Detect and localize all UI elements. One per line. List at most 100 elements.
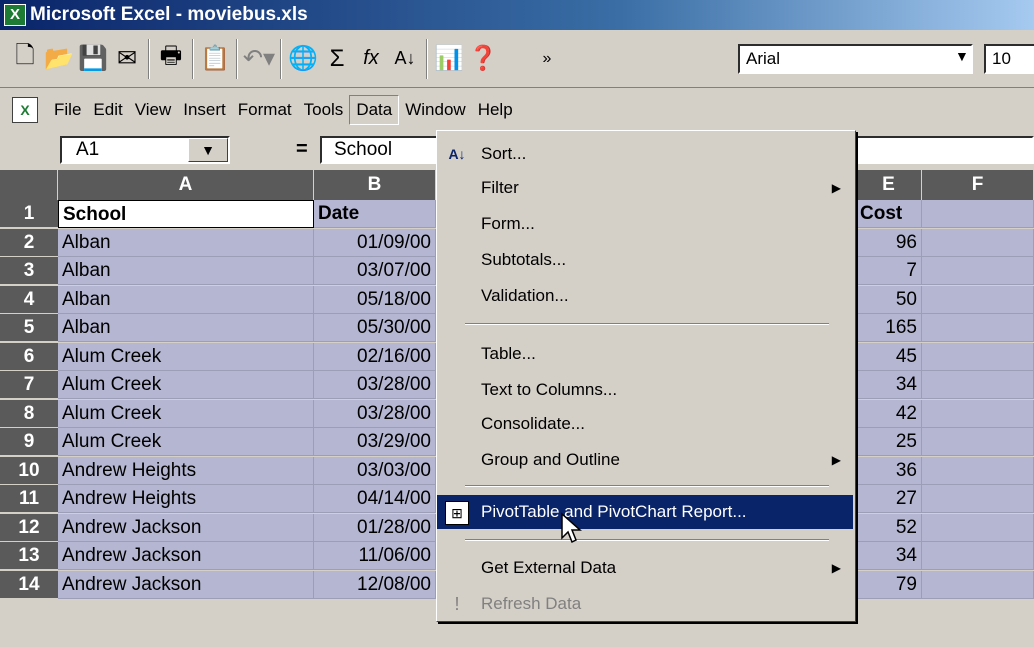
more-buttons-icon[interactable]: » [530, 40, 564, 78]
menu-window[interactable]: Window [399, 96, 471, 124]
new-icon[interactable]: 🗋 [8, 40, 42, 78]
cell-b[interactable]: 02/16/00 [314, 342, 436, 371]
cell-a[interactable]: Andrew Jackson [58, 513, 314, 542]
open-icon[interactable]: 📂 [42, 40, 76, 78]
cell-f[interactable] [922, 542, 1034, 570]
save-icon[interactable]: 💾 [76, 40, 110, 78]
cell-b[interactable]: 11/06/00 [314, 542, 436, 570]
row-header[interactable]: 14 [0, 570, 58, 599]
workbook-icon[interactable]: X [12, 97, 38, 123]
cell-e[interactable]: 165 [856, 314, 922, 342]
hyperlink-icon[interactable]: 🌐 [286, 40, 320, 78]
menu-item-table[interactable]: Table... [437, 337, 853, 371]
cell-e[interactable]: 7 [856, 257, 922, 285]
menu-data[interactable]: Data [349, 95, 400, 125]
name-box-dropdown-icon[interactable]: ▼ [188, 138, 228, 162]
select-all-corner[interactable] [0, 170, 58, 200]
menu-item-validation[interactable]: Validation... [437, 279, 853, 313]
cell-a[interactable]: Andrew Jackson [58, 570, 314, 599]
menu-item-group-and-outline[interactable]: Group and Outline ▶ [437, 443, 853, 477]
cell-f[interactable] [922, 257, 1034, 285]
cell-f[interactable] [922, 485, 1034, 513]
cell-a[interactable]: Alban [58, 314, 314, 342]
cell-b[interactable]: 03/03/00 [314, 456, 436, 485]
cell-a[interactable]: Alban [58, 228, 314, 257]
cell-e[interactable]: 45 [856, 342, 922, 371]
menu-item-text-to-columns[interactable]: Text to Columns... [437, 373, 853, 407]
menu-format[interactable]: Format [232, 96, 298, 124]
cell-f[interactable] [922, 456, 1034, 485]
font-name-box[interactable]: Arial [738, 44, 973, 74]
cell-e[interactable]: 34 [856, 542, 922, 570]
menu-item-pivottable[interactable]: ⊞ PivotTable and PivotChart Report... [437, 495, 853, 529]
row-header[interactable]: 2 [0, 228, 58, 257]
cell-a[interactable]: Andrew Heights [58, 456, 314, 485]
cell-a[interactable]: Alum Creek [58, 342, 314, 371]
cell-e[interactable]: 34 [856, 371, 922, 399]
cell-b[interactable]: 03/28/00 [314, 399, 436, 428]
menu-item-subtotals[interactable]: Subtotals... [437, 243, 853, 277]
cell-e[interactable]: 42 [856, 399, 922, 428]
cell-e[interactable]: 25 [856, 428, 922, 456]
autosum-icon[interactable]: Σ [320, 40, 354, 78]
cell-e[interactable]: 36 [856, 456, 922, 485]
undo-icon[interactable]: ↶▾ [242, 40, 276, 78]
row-header[interactable]: 8 [0, 399, 58, 428]
cell-e[interactable]: Cost [856, 200, 922, 228]
menu-insert[interactable]: Insert [177, 96, 232, 124]
row-header[interactable]: 13 [0, 542, 58, 570]
cell-f[interactable] [922, 371, 1034, 399]
row-header[interactable]: 5 [0, 314, 58, 342]
function-icon[interactable]: fx [354, 40, 388, 78]
cell-b[interactable]: 12/08/00 [314, 570, 436, 599]
cell-a[interactable]: Alum Creek [58, 399, 314, 428]
cell-e[interactable]: 96 [856, 228, 922, 257]
font-dropdown-icon[interactable]: ▼ [955, 48, 969, 64]
cell-f[interactable] [922, 342, 1034, 371]
print-icon[interactable]: 🖶 [154, 40, 188, 78]
cell-b[interactable]: 01/09/00 [314, 228, 436, 257]
cell-a[interactable]: School [58, 200, 314, 228]
row-header[interactable]: 4 [0, 285, 58, 314]
cell-e[interactable]: 27 [856, 485, 922, 513]
sort-ascending-icon[interactable]: A↓ [388, 40, 422, 78]
cell-a[interactable]: Alban [58, 257, 314, 285]
row-header[interactable]: 12 [0, 513, 58, 542]
cell-e[interactable]: 79 [856, 570, 922, 599]
cell-f[interactable] [922, 570, 1034, 599]
cell-f[interactable] [922, 228, 1034, 257]
menu-view[interactable]: View [129, 96, 178, 124]
row-header[interactable]: 10 [0, 456, 58, 485]
menu-item-consolidate[interactable]: Consolidate... [437, 407, 853, 441]
cell-f[interactable] [922, 399, 1034, 428]
menu-edit[interactable]: Edit [87, 96, 128, 124]
menu-item-filter[interactable]: Filter ▶ [437, 171, 853, 205]
cell-a[interactable]: Alum Creek [58, 428, 314, 456]
cell-b[interactable]: Date [314, 200, 436, 228]
chart-wizard-icon[interactable]: 📊 [432, 40, 466, 78]
row-header[interactable]: 11 [0, 485, 58, 513]
column-header-b[interactable]: B [314, 170, 436, 200]
paste-icon[interactable]: 📋 [198, 40, 232, 78]
cell-b[interactable]: 05/18/00 [314, 285, 436, 314]
menu-item-sort[interactable]: A↓ Sort... [437, 137, 853, 171]
mail-icon[interactable]: ✉ [110, 40, 144, 78]
cell-a[interactable]: Andrew Jackson [58, 542, 314, 570]
cell-b[interactable]: 01/28/00 [314, 513, 436, 542]
column-header-a[interactable]: A [58, 170, 314, 200]
cell-a[interactable]: Alban [58, 285, 314, 314]
row-header[interactable]: 9 [0, 428, 58, 456]
cell-b[interactable]: 03/29/00 [314, 428, 436, 456]
row-header[interactable]: 3 [0, 257, 58, 285]
cell-b[interactable]: 05/30/00 [314, 314, 436, 342]
menu-help[interactable]: Help [472, 96, 519, 124]
cell-a[interactable]: Andrew Heights [58, 485, 314, 513]
cell-f[interactable] [922, 314, 1034, 342]
cell-f[interactable] [922, 513, 1034, 542]
column-header-f[interactable]: F [922, 170, 1034, 200]
row-header[interactable]: 7 [0, 371, 58, 399]
cell-f[interactable] [922, 285, 1034, 314]
menu-item-get-external-data[interactable]: Get External Data ▶ [437, 551, 853, 585]
cell-f[interactable] [922, 200, 1034, 228]
cell-f[interactable] [922, 428, 1034, 456]
